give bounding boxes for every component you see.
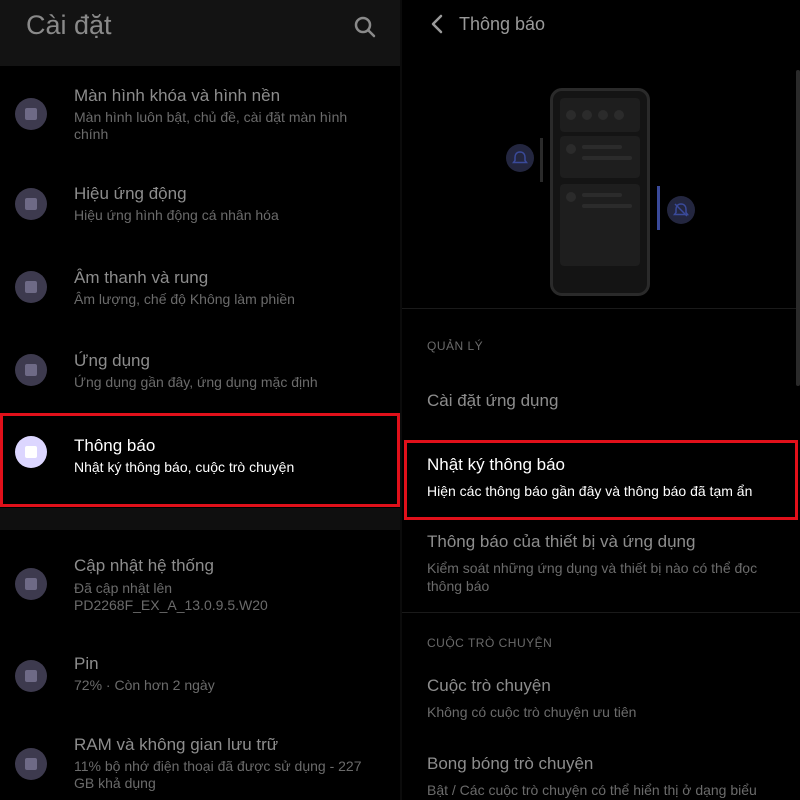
- back-arrow-icon[interactable]: [428, 13, 448, 35]
- scrollbar[interactable]: [796, 70, 800, 386]
- update-icon: [15, 568, 47, 600]
- apps-icon: [15, 354, 47, 386]
- illustration-bar: [540, 138, 543, 182]
- search-icon[interactable]: [352, 14, 378, 40]
- page-title: Cài đặt: [26, 10, 112, 40]
- settings-item-lockscreen[interactable]: Màn hình khóa và hình nền Màn hình luôn …: [0, 86, 400, 156]
- storage-icon: [15, 748, 47, 780]
- phone-illustration: [550, 88, 650, 296]
- chat-bubbles-item[interactable]: Bong bóng trò chuyện Bật / Các cuộc trò …: [402, 754, 800, 800]
- settings-item-apps[interactable]: Ứng dụng Ứng dụng gần đây, ứng dụng mặc …: [0, 351, 400, 401]
- device-app-notifications-item[interactable]: Thông báo của thiết bị và ứng dụng Kiểm …: [402, 532, 800, 602]
- illustration-bar: [657, 186, 660, 230]
- app-settings-item[interactable]: Cài đặt ứng dụng: [427, 391, 558, 411]
- conversations-item[interactable]: Cuộc trò chuyện Không có cuộc trò chuyện…: [402, 676, 800, 726]
- section-header-manage: QUẢN LÝ: [427, 339, 484, 353]
- page-title: Thông báo: [459, 14, 546, 34]
- settings-panel: Cài đặt Màn hình khóa và hình nền Màn hì…: [0, 0, 400, 800]
- divider: [402, 308, 800, 309]
- battery-icon: [15, 660, 47, 692]
- highlight-box-left: [0, 413, 400, 507]
- section-divider: [0, 508, 400, 530]
- settings-item-sound[interactable]: Âm thanh và rung Âm lượng, chế độ Không …: [0, 268, 400, 318]
- section-header-conversations: CUỘC TRÒ CHUYỆN: [427, 636, 553, 650]
- animation-icon: [15, 188, 47, 220]
- notifications-panel: Thông báo QUẢN LÝ Cài đặt ứng dụng Nhật …: [402, 0, 800, 800]
- settings-item-battery[interactable]: Pin 72% · Còn hơn 2 ngày: [0, 654, 400, 704]
- bell-off-icon: [667, 196, 695, 224]
- settings-item-animation[interactable]: Hiệu ứng động Hiệu ứng hình động cá nhân…: [0, 184, 400, 234]
- speaker-icon: [15, 271, 47, 303]
- bell-icon: [506, 144, 534, 172]
- settings-header: Cài đặt: [0, 0, 400, 66]
- settings-item-system-update[interactable]: Cập nhật hệ thống Đã cập nhật lên PD2268…: [0, 556, 400, 616]
- wallpaper-icon: [15, 98, 47, 130]
- settings-item-storage[interactable]: RAM và không gian lưu trữ 11% bộ nhớ điệ…: [0, 735, 400, 795]
- highlight-box-right: [404, 440, 798, 520]
- divider: [402, 612, 800, 613]
